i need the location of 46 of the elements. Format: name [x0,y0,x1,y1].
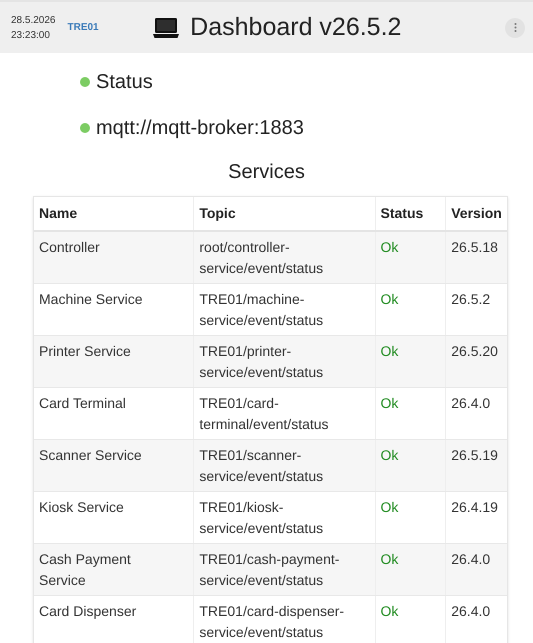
more-menu-button[interactable] [505,18,525,38]
page-title: Dashboard v26.5.2 [190,12,402,43]
table-cell: TRE01/card-terminal/event/status [193,388,375,439]
column-header: Name [38,204,78,223]
table-cell: 26.4.0 [445,596,507,643]
table-cell-text: Card Terminal [38,394,127,413]
table-cell: TRE01/machine-service/event/status [193,284,375,335]
table-cell: Ok [374,544,446,595]
table-cell: TRE01/printer-service/event/status [193,336,375,387]
indicator-label: Status [96,70,153,95]
table-cell-text: Cash Payment Service [38,550,132,590]
table-cell: TRE01/kiosk-service/event/status [193,492,375,543]
table-cell: 26.4.0 [445,544,507,595]
table-cell-text: Kiosk Service [38,498,125,517]
laptop-icon [152,16,180,38]
table-cell: 26.5.18 [445,232,507,283]
table-cell: 26.4.0 [445,388,507,439]
table-cell: Ok [374,596,446,643]
table-cell: TRE01/card-dispenser-service/event/status [193,596,375,643]
table-cell: TRE01/scanner-service/event/status [193,440,375,491]
time-text: 23:23:00 [11,28,51,42]
indicator-label: mqtt://mqtt-broker:1883 [96,116,304,141]
table-cell-text: Card Dispenser [38,602,138,621]
column-header: Version [445,197,507,230]
table-cell: root/controller-service/event/status [193,232,375,283]
column-header: Status [374,197,446,230]
table-cell: Ok [374,336,446,387]
table-cell: Ok [374,388,446,439]
table-cell: TRE01/cash-payment-service/event/status [193,544,375,595]
more-vertical-icon [514,23,516,32]
section-title: Services [227,160,306,185]
table-cell: Ok [374,232,446,283]
table-cell-text: Printer Service [38,342,132,361]
site-label: TRE01 [68,21,99,35]
table-cell: Ok [374,492,446,543]
table-cell: Ok [374,284,446,335]
table-cell: 26.5.19 [445,440,507,491]
table-cell: Ok [374,440,446,491]
table-cell: 26.5.20 [445,336,507,387]
column-header: Topic [193,197,375,230]
table-cell: 26.5.2 [445,284,507,335]
table-cell-text: Scanner Service [38,446,143,465]
table-cell-text: Machine Service [38,290,144,309]
table-cell: 26.4.19 [445,492,507,543]
date-text: 28.5.2026 [11,14,56,28]
table-cell-text: Controller [38,238,101,257]
